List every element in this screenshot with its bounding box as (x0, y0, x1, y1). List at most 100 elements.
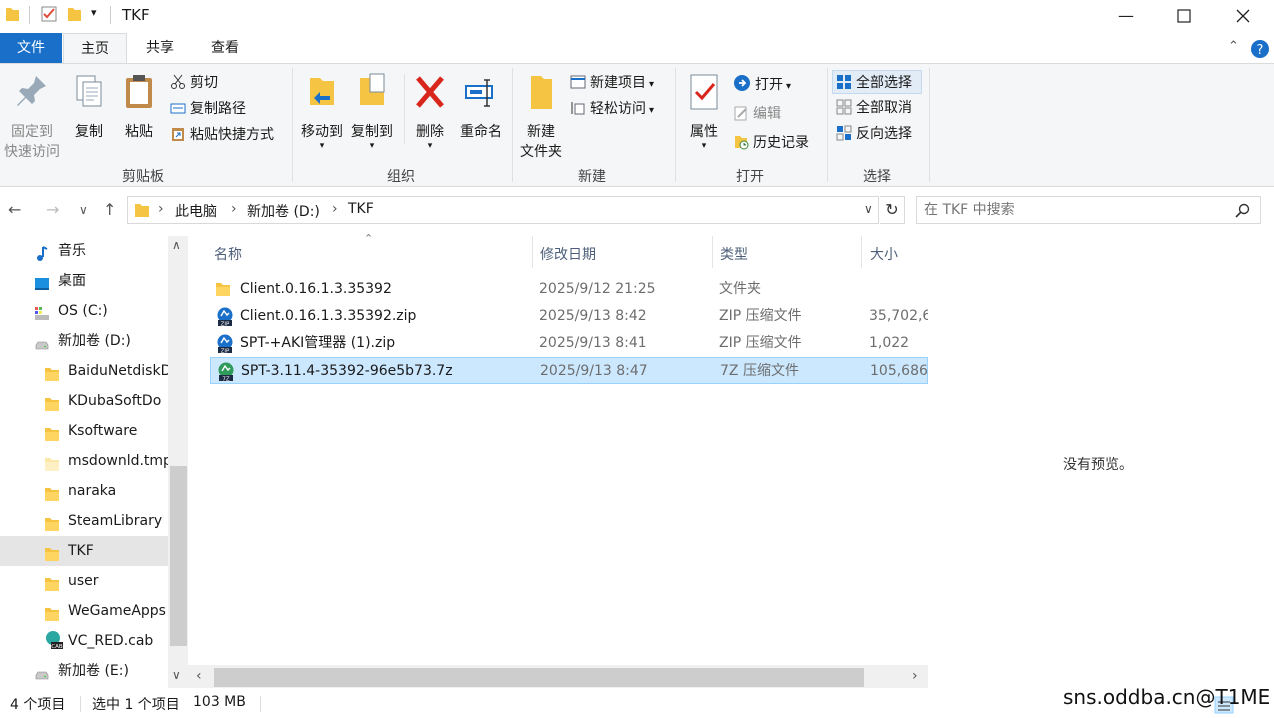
group-divider (929, 68, 930, 182)
nav-item[interactable]: 桌面 (0, 266, 168, 296)
help-icon[interactable]: ? (1250, 39, 1270, 59)
nav-item[interactable]: CAB VC_RED.cab (0, 626, 168, 656)
navigation-scrollbar-thumb[interactable] (170, 466, 187, 646)
refresh-icon: ↻ (885, 200, 899, 219)
nav-item[interactable]: naraka (0, 476, 168, 506)
back-arrow-icon[interactable]: ← (8, 200, 21, 219)
nav-item-label: SteamLibrary (68, 513, 163, 529)
paste-button[interactable]: 粘贴 (118, 72, 160, 142)
refresh-button[interactable]: ↻ (880, 196, 905, 224)
new-folder-icon[interactable] (66, 5, 82, 23)
scroll-left-icon[interactable]: ‹ (196, 668, 202, 684)
window-title: TKF (122, 6, 150, 24)
column-header-size[interactable]: 大小 (870, 244, 898, 264)
nav-item[interactable]: Ksoftware (0, 416, 168, 446)
select-all-label: 全部选择 (856, 75, 912, 91)
address-dropdown-icon[interactable]: ∨ (864, 202, 873, 216)
close-button[interactable] (1214, 0, 1272, 31)
move-to-button[interactable]: 移动到 ▾ (298, 72, 346, 151)
new-folder-button[interactable]: 新建 文件夹 (516, 72, 566, 162)
tab-view[interactable]: 查看 (196, 33, 254, 63)
chevron-down-icon: ▾ (369, 141, 375, 151)
paste-icon (126, 75, 152, 108)
scroll-right-icon[interactable]: › (912, 668, 918, 684)
search-box[interactable] (916, 196, 1261, 224)
nav-item[interactable]: WeGameApps (0, 596, 168, 626)
open-label: 打开 (755, 77, 783, 93)
file-row[interactable]: Client.0.16.1.3.35392 2025/9/12 21:25 文件夹 (210, 276, 928, 303)
breadcrumb-this-pc[interactable]: 此电脑 (175, 201, 217, 221)
folder-icon (44, 603, 60, 621)
copy-to-button[interactable]: 复制到 ▾ (348, 72, 396, 151)
nav-item-label: WeGameApps (68, 603, 166, 619)
easy-access-label: 轻松访问 (590, 101, 646, 117)
maximize-button[interactable] (1155, 0, 1213, 31)
folder-icon (44, 393, 60, 411)
paste-shortcut-button[interactable]: 粘贴快捷方式 (170, 123, 274, 147)
pin-label-line1: 固定到 (11, 124, 53, 140)
nav-item[interactable]: BaiduNetdiskD (0, 356, 168, 386)
folder-icon (44, 573, 60, 591)
cut-button[interactable]: 剪切 (170, 71, 218, 95)
open-button[interactable]: 打开 ▾ (733, 73, 791, 97)
nav-item[interactable]: 新加卷 (D:) (0, 326, 168, 356)
column-header-name[interactable]: 名称 (214, 244, 242, 264)
invert-selection-button[interactable]: 反向选择 (836, 122, 912, 146)
tab-file[interactable]: 文件 (0, 33, 62, 63)
desktop-icon (33, 273, 49, 290)
forward-arrow-icon[interactable]: → (46, 200, 59, 219)
nav-item[interactable]: KDubaSoftDo (0, 386, 168, 416)
edit-button[interactable]: 编辑 (733, 102, 781, 126)
properties-button[interactable]: 属性 ▾ (684, 72, 724, 151)
nav-item[interactable]: msdownld.tmp (0, 446, 168, 476)
file-row[interactable]: 7Z SPT-3.11.4-35392-96e5b73.7z 2025/9/13 8… (210, 357, 928, 384)
nav-item[interactable]: 音乐 (0, 236, 168, 266)
copy-button[interactable]: 复制 (68, 72, 110, 142)
delete-icon (416, 76, 444, 108)
column-header-modified[interactable]: 修改日期 (540, 244, 596, 264)
column-divider[interactable] (861, 236, 862, 268)
nav-item[interactable]: TKF (0, 536, 168, 566)
copy-to-label: 复制到 (351, 124, 393, 140)
breadcrumb-separator-icon: › (158, 201, 164, 217)
copy-path-button[interactable]: 复制路径 (170, 97, 246, 121)
search-input[interactable] (924, 200, 1224, 220)
tab-share[interactable]: 共享 (132, 33, 188, 63)
search-icon[interactable] (1235, 203, 1250, 218)
tab-home[interactable]: 主页 (63, 33, 127, 63)
recent-locations-chevron-icon[interactable]: ∨ (79, 203, 88, 217)
file-row[interactable]: ZIP Client.0.16.1.3.35392.zip 2025/9/13 8:… (210, 303, 928, 330)
easy-access-button[interactable]: 轻松访问 ▾ (570, 97, 654, 121)
horizontal-scrollbar-thumb[interactable] (214, 668, 864, 687)
nav-item[interactable]: SteamLibrary (0, 506, 168, 536)
properties-check-icon[interactable] (40, 5, 58, 23)
up-arrow-icon[interactable]: ↑ (103, 200, 116, 219)
nav-item[interactable]: 新加卷 (E:) (0, 656, 168, 686)
scroll-down-icon[interactable]: ∨ (172, 668, 181, 682)
breadcrumb-drive-d[interactable]: 新加卷 (D:) (247, 201, 320, 221)
address-bar[interactable]: › 此电脑 › 新加卷 (D:) › TKF ∨ (127, 196, 879, 224)
minimize-button[interactable]: — (1097, 0, 1155, 31)
file-row[interactable]: ZIP SPT-+AKI管理器 (1).zip 2025/9/13 8:41 ZIP … (210, 330, 928, 357)
breadcrumb-tkf[interactable]: TKF (348, 201, 374, 217)
pin-quick-access-button[interactable]: 固定到 快速访问 (2, 72, 62, 162)
delete-button[interactable]: 删除 ▾ (410, 72, 450, 151)
file-type: 7Z 压缩文件 (720, 363, 799, 379)
column-divider[interactable] (712, 236, 713, 268)
select-all-button[interactable]: 全部选择 (832, 70, 922, 94)
column-header-type[interactable]: 类型 (720, 244, 748, 264)
select-none-label: 全部取消 (856, 100, 912, 116)
quick-access-dropdown-icon[interactable]: ▾ (91, 6, 97, 19)
new-item-button[interactable]: 新建项目 ▾ (570, 71, 654, 95)
select-none-button[interactable]: 全部取消 (836, 96, 912, 120)
folder-icon (44, 543, 60, 561)
watermark-text: sns.oddba.cn@T1ME (1063, 685, 1271, 709)
rename-button[interactable]: 重命名 (455, 72, 507, 142)
column-divider[interactable] (532, 236, 533, 268)
scroll-up-icon[interactable]: ∧ (172, 238, 181, 252)
collapse-ribbon-icon[interactable]: ⌃ (1228, 39, 1239, 54)
history-icon (735, 136, 749, 150)
history-button[interactable]: 历史记录 (733, 131, 809, 155)
nav-item[interactable]: user (0, 566, 168, 596)
nav-item[interactable]: OS (C:) (0, 296, 168, 326)
